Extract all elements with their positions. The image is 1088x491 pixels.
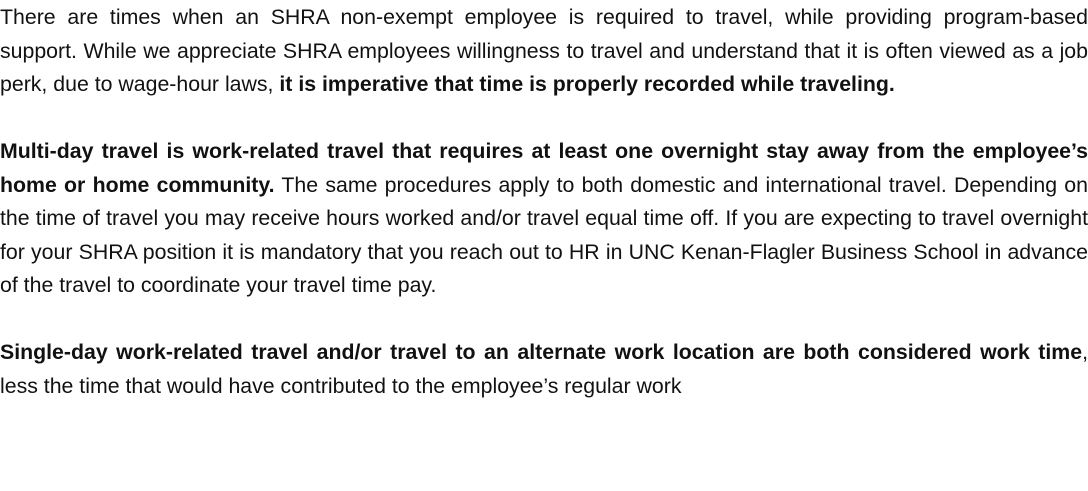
intro-emphasis: it is imperative that time is properly r… [279, 72, 895, 96]
paragraph-single-day-travel: Single-day work-related travel and/or tr… [0, 336, 1088, 403]
single-day-definition: Single-day work-related travel and/or tr… [0, 340, 1083, 364]
document-body: There are times when an SHRA non-exempt … [0, 1, 1088, 437]
paragraph-multi-day-travel: Multi-day travel is work-related travel … [0, 135, 1088, 303]
paragraph-travel-intro: There are times when an SHRA non-exempt … [0, 1, 1088, 102]
